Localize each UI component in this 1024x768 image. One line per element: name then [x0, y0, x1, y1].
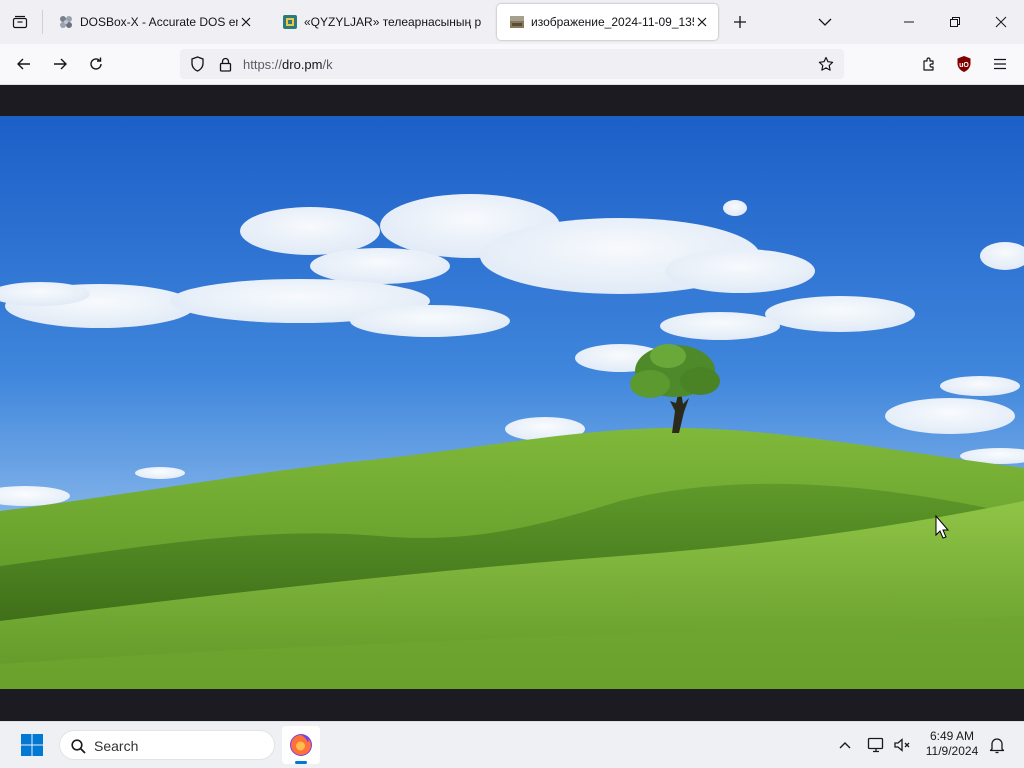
- minimize-icon[interactable]: [898, 12, 920, 32]
- qyzyljar-favicon: [282, 14, 298, 30]
- url-host: dro.pm: [282, 57, 323, 72]
- new-tab-icon[interactable]: [730, 12, 750, 32]
- tab-title: «QYZYLJAR» телеарнасының р: [304, 15, 482, 29]
- ublock-icon[interactable]: uO: [954, 54, 974, 74]
- tab-title: изображение_2024-11-09_1350: [531, 15, 694, 29]
- taskbar-search-box[interactable]: Search: [59, 730, 275, 760]
- url-text[interactable]: https://dro.pm/k: [243, 57, 333, 72]
- tab-separator: [42, 10, 43, 34]
- dosbox-favicon: [58, 14, 74, 30]
- extensions-icon[interactable]: [918, 54, 940, 74]
- network-icon[interactable]: [866, 735, 886, 755]
- svg-text:uO: uO: [959, 62, 969, 69]
- lock-icon[interactable]: [216, 55, 234, 73]
- clock-time: 6:49 AM: [929, 729, 975, 743]
- clock-date: 11/9/2024: [925, 744, 979, 758]
- hills-wallpaper-image: [0, 116, 1024, 689]
- firefox-taskbar-button[interactable]: [282, 726, 320, 764]
- image-favicon: [509, 14, 525, 30]
- close-tab-icon[interactable]: [238, 14, 254, 30]
- reload-icon[interactable]: [85, 54, 107, 74]
- taskbar: Search 6:49 AM 11/9/2024: [0, 721, 1024, 768]
- bookmark-star-icon[interactable]: [816, 55, 836, 73]
- volume-muted-icon[interactable]: [892, 735, 912, 755]
- list-all-tabs-icon[interactable]: [815, 12, 835, 32]
- chevron-up-icon[interactable]: [836, 736, 854, 754]
- close-tab-icon[interactable]: [694, 14, 710, 30]
- tab-bar: DOSBox-X - Accurate DOS emu «QYZYLJAR» т…: [0, 0, 1024, 44]
- firefox-icon: [289, 733, 313, 757]
- system-clock[interactable]: 6:49 AM 11/9/2024: [916, 729, 988, 759]
- search-icon: [70, 738, 86, 754]
- tab-qyzyljar[interactable]: «QYZYLJAR» телеарнасының р: [270, 4, 492, 40]
- close-window-icon[interactable]: [990, 12, 1012, 32]
- url-path: /k: [322, 57, 333, 72]
- notification-bell-icon[interactable]: [987, 735, 1007, 755]
- page-content: [0, 85, 1024, 721]
- tab-dosbox[interactable]: DOSBox-X - Accurate DOS emu: [46, 4, 262, 40]
- windows-start-icon[interactable]: [20, 733, 44, 757]
- search-placeholder: Search: [94, 738, 139, 754]
- tab-overview-icon[interactable]: [10, 12, 30, 32]
- navigation-toolbar: https://dro.pm/k uO: [0, 44, 1024, 85]
- back-icon[interactable]: [13, 54, 35, 74]
- url-bar[interactable]: https://dro.pm/k: [180, 49, 844, 79]
- tab-image-active[interactable]: изображение_2024-11-09_1350: [497, 4, 718, 40]
- tracking-protection-icon[interactable]: [188, 55, 206, 73]
- menu-icon[interactable]: [990, 54, 1010, 74]
- tab-title: DOSBox-X - Accurate DOS emu: [80, 15, 238, 29]
- forward-icon[interactable]: [49, 54, 71, 74]
- running-indicator: [295, 761, 307, 764]
- restore-icon[interactable]: [944, 12, 966, 32]
- url-scheme: https://: [243, 57, 283, 72]
